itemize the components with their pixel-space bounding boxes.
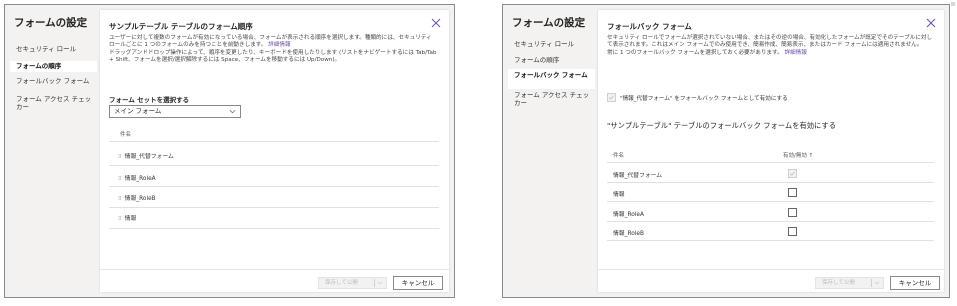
dialog-title: サンプルテーブル テーブルのフォーム順序 [109, 22, 253, 31]
drag-handle-icon[interactable]: ⠿ [118, 176, 122, 182]
footer-divider [598, 269, 944, 270]
save-publish-label: 保存して公開 [822, 280, 855, 286]
form-order-row[interactable]: ⠿ 情報 [118, 213, 136, 222]
save-publish-button[interactable]: 保存して公開 [318, 277, 387, 289]
nav-title: フォームの設定 [14, 17, 88, 29]
column-header-name: 件名 [120, 132, 132, 138]
form-order-row[interactable]: ⠿ 情報_RoleB [118, 193, 156, 202]
drag-handle-icon[interactable]: ⠿ [118, 154, 122, 160]
fallback-row-checkbox[interactable] [788, 227, 797, 236]
nav-item-fallback-form[interactable]: フォールバック フォーム [508, 69, 595, 89]
column-header-enabled[interactable]: 有効/無効 ↑ [783, 151, 813, 159]
checkmark-icon [609, 95, 615, 100]
chevron-down-icon [229, 109, 236, 114]
row-divider [607, 162, 934, 163]
fallback-row-label: 情報_RoleB [613, 231, 644, 237]
formset-label: フォーム セットを選択する [109, 96, 190, 104]
learn-more-link[interactable]: 詳細情報 [268, 42, 290, 48]
nav-item-form-order[interactable]: フォームの順序 [508, 56, 595, 64]
fallback-row-label: 情報_RoleA [613, 212, 644, 218]
column-header-name: 件名 [613, 153, 625, 159]
nav-item-security-roles[interactable]: セキュリティ ロール [508, 40, 595, 48]
cancel-button[interactable]: キャンセル [393, 276, 443, 290]
fallback-row-checkbox[interactable] [788, 188, 797, 197]
description-text-2: ドラッグアンドドロップ操作によって、順序を変更したり、キーボードを使用したりしま… [109, 49, 437, 64]
save-publish-label: 保存して公開 [325, 280, 358, 286]
row-label: 情報 [124, 216, 137, 222]
fallback-row-checkbox[interactable] [788, 208, 797, 217]
form-order-dialog: サンプルテーブル テーブルのフォーム順序 ユーザーに対して複数のフォームが有効に… [100, 10, 449, 292]
learn-more-link[interactable]: 詳細情報 [784, 50, 806, 56]
dialog-title: フォールバック フォーム [607, 22, 692, 31]
drag-handle-icon[interactable]: ⠿ [118, 216, 122, 222]
fallback-row-checkbox[interactable] [788, 169, 797, 178]
form-order-row[interactable]: ⠿ 情報_代替フォーム [118, 151, 174, 160]
formset-select-value: メイン フォーム [114, 107, 162, 115]
row-divider [109, 141, 439, 142]
settings-nav: フォームの設定 セキュリティ ロール フォームの順序 フォールバック フォーム … [503, 5, 598, 297]
button-separator [871, 279, 872, 287]
row-divider [607, 201, 934, 202]
nav-item-security-roles[interactable]: セキュリティ ロール [10, 45, 97, 53]
row-divider [109, 228, 439, 229]
nav-item-form-access-checker[interactable]: フォーム アクセス チェッカー [508, 91, 595, 107]
chevron-down-icon[interactable] [377, 280, 383, 286]
form-order-panel: フォームの設定 セキュリティ ロール フォームの順序 フォールバック フォーム … [4, 4, 455, 298]
nav-item-form-access-checker[interactable]: フォーム アクセス チェッカー [10, 95, 97, 111]
enable-fallback-label: "情報_代替フォーム" をフォールバック フォームとして有効にする [620, 96, 788, 102]
row-label: 情報_RoleA [124, 176, 156, 182]
formset-select[interactable]: メイン フォーム [109, 105, 241, 118]
description-text-1: セキュリティ ロールでフォームが選択されていない場合、またはその逆の場合、有効化… [607, 35, 933, 49]
close-icon[interactable] [926, 18, 936, 28]
chevron-down-icon[interactable] [874, 280, 880, 286]
dialog-description: セキュリティ ロールでフォームが選択されていない場合、またはその逆の場合、有効化… [607, 35, 934, 57]
drag-handle-icon[interactable]: ⠿ [118, 196, 122, 202]
row-divider [109, 207, 439, 208]
cancel-button[interactable]: キャンセル [890, 276, 940, 290]
fallback-row-label: 情報_代替フォーム [613, 173, 663, 179]
nav-item-form-order[interactable]: フォームの順序 [10, 61, 97, 72]
section-title: "サンプルテーブル" テーブルのフォールバック フォームを有効にする [607, 121, 837, 130]
corner-marker [951, 2, 955, 6]
row-divider [109, 165, 439, 166]
description-text-2: 常に 1 つのフォールバック フォームを選択しておく必要があります。 [607, 49, 783, 56]
fallback-form-dialog: フォールバック フォーム セキュリティ ロールでフォームが選択されていない場合、… [598, 10, 944, 292]
dialog-description: ユーザーに対して複数のフォームが有効になっている場合、フォームが表示される順序を… [109, 35, 439, 65]
nav-title: フォームの設定 [512, 17, 586, 29]
settings-nav: フォームの設定 セキュリティ ロール フォームの順序 フォールバック フォーム … [5, 5, 100, 297]
close-icon[interactable] [431, 18, 441, 28]
row-divider [109, 186, 439, 187]
row-divider [607, 182, 934, 183]
row-divider [607, 221, 934, 222]
nav-item-fallback-form[interactable]: フォールバック フォーム [10, 77, 97, 85]
footer-divider [100, 269, 449, 270]
checkmark-icon [790, 171, 796, 176]
save-publish-button[interactable]: 保存して公開 [815, 277, 884, 289]
row-label: 情報_代替フォーム [124, 154, 174, 160]
row-divider [607, 240, 934, 241]
button-separator [374, 279, 375, 287]
fallback-form-panel: フォームの設定 セキュリティ ロール フォームの順序 フォールバック フォーム … [502, 4, 950, 298]
fallback-row-label: 情報 [613, 192, 625, 198]
form-order-row[interactable]: ⠿ 情報_RoleA [118, 173, 156, 182]
enable-fallback-checkbox[interactable] [607, 93, 616, 102]
row-label: 情報_RoleB [124, 196, 156, 202]
